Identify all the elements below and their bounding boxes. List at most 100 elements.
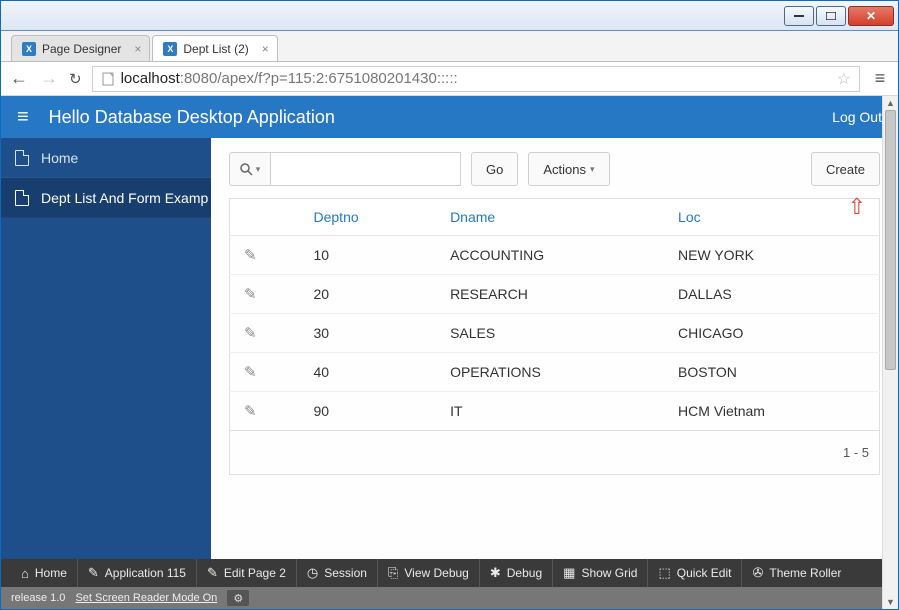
cell-deptno: 90: [300, 392, 437, 431]
vertical-scrollbar[interactable]: ▲ ▼: [882, 96, 898, 609]
search-input[interactable]: [271, 152, 461, 186]
edit-cell[interactable]: ✎: [230, 275, 300, 314]
back-button[interactable]: ←: [9, 68, 29, 89]
edit-cell[interactable]: ✎: [230, 236, 300, 275]
edit-cell[interactable]: ✎: [230, 314, 300, 353]
actions-menu-button[interactable]: Actions ▾: [528, 152, 609, 186]
gear-icon: ⚙: [233, 592, 243, 605]
status-bar: release 1.0 Set Screen Reader Mode On ⚙: [1, 587, 898, 609]
cell-deptno: 20: [300, 275, 437, 314]
window-maximize-button[interactable]: [816, 6, 846, 26]
browser-tab-bar: X Page Designer × X Dept List (2) ×: [1, 31, 898, 62]
maximize-icon: [826, 12, 836, 20]
pencil-icon: ✎: [244, 364, 257, 381]
cell-deptno: 40: [300, 353, 437, 392]
quick-edit-icon: ⬚: [658, 565, 670, 581]
pencil-icon: ✎: [244, 286, 257, 303]
tab-label: Page Designer: [42, 42, 121, 56]
edit-cell[interactable]: ✎: [230, 353, 300, 392]
page-content: ≡ Hello Database Desktop Application Log…: [1, 96, 898, 609]
col-edit: [230, 199, 300, 236]
pencil-icon: ✎: [244, 403, 257, 420]
chevron-down-icon: ▾: [256, 164, 261, 175]
dev-quick-edit[interactable]: ⬚Quick Edit: [648, 559, 742, 587]
main-region: ▾ Go Actions ▾ Create ⇧: [211, 138, 898, 559]
dev-session[interactable]: ◷Session: [297, 559, 378, 587]
sidebar: Home Dept List And Form Examp: [1, 138, 211, 559]
page-icon: [15, 190, 29, 206]
dev-edit-page[interactable]: ✎Edit Page 2: [197, 559, 297, 587]
pagination-range: 1 - 5: [229, 431, 880, 475]
col-dname[interactable]: Dname: [436, 199, 664, 236]
dev-view-debug[interactable]: ⎘View Debug: [378, 559, 480, 587]
dev-application[interactable]: ✎Application 115: [78, 559, 197, 587]
cell-loc: BOSTON: [664, 353, 879, 392]
cell-loc: NEW YORK: [664, 236, 879, 275]
sidebar-item-home[interactable]: Home: [1, 138, 211, 178]
apex-icon: X: [163, 42, 177, 56]
roller-icon: ✇: [752, 565, 763, 581]
search-column-selector[interactable]: ▾: [229, 152, 271, 186]
scroll-thumb[interactable]: [885, 110, 896, 370]
pencil-icon: ✎: [244, 325, 257, 342]
sidebar-item-dept-list[interactable]: Dept List And Form Examp: [1, 178, 211, 218]
edit-icon: ✎: [88, 565, 99, 581]
scroll-up-arrow[interactable]: ▲: [883, 96, 898, 110]
browser-window: ✕ X Page Designer × X Dept List (2) × ← …: [0, 0, 899, 610]
tab-close-icon[interactable]: ×: [134, 42, 141, 56]
clock-icon: ◷: [307, 565, 318, 581]
window-minimize-button[interactable]: [784, 6, 814, 26]
dev-show-grid[interactable]: ▦Show Grid: [553, 559, 648, 587]
hamburger-menu-button[interactable]: ≡: [17, 106, 29, 129]
browser-tab-2[interactable]: X Dept List (2) ×: [152, 35, 277, 61]
page-icon: [101, 72, 115, 86]
logout-link[interactable]: Log Out: [832, 109, 882, 125]
col-deptno[interactable]: Deptno: [300, 199, 437, 236]
minimize-icon: [794, 15, 804, 17]
screen-reader-link[interactable]: Set Screen Reader Mode On: [75, 592, 217, 604]
cell-dname: IT: [436, 392, 664, 431]
window-close-button[interactable]: ✕: [848, 6, 894, 26]
scroll-down-arrow[interactable]: ▼: [883, 595, 898, 609]
dev-debug[interactable]: ✱Debug: [480, 559, 553, 587]
page-icon: [15, 150, 29, 166]
close-icon: ✕: [866, 9, 876, 23]
table-row: ✎30SALESCHICAGO: [230, 314, 880, 353]
bookmark-star-icon[interactable]: ☆: [837, 69, 851, 89]
browser-menu-button[interactable]: ≡: [870, 68, 890, 89]
settings-button[interactable]: ⚙: [227, 590, 249, 606]
forward-button[interactable]: →: [39, 68, 59, 89]
pencil-icon: ✎: [244, 247, 257, 264]
cell-dname: RESEARCH: [436, 275, 664, 314]
release-label: release 1.0: [11, 592, 65, 604]
home-icon: ⌂: [21, 566, 29, 581]
col-loc[interactable]: Loc: [664, 199, 879, 236]
table-row: ✎ 20RESEARCHDALLAS: [230, 275, 880, 314]
go-button[interactable]: Go: [471, 152, 518, 186]
cell-loc: DALLAS: [664, 275, 879, 314]
table-row: ✎ 90ITHCM Vietnam: [230, 392, 880, 431]
table-header-row: Deptno Dname Loc: [230, 199, 880, 236]
tab-close-icon[interactable]: ×: [262, 42, 269, 56]
developer-toolbar: ⌂Home ✎Application 115 ✎Edit Page 2 ◷Ses…: [1, 559, 898, 587]
window-titlebar: ✕: [1, 1, 898, 31]
edit-cell[interactable]: ✎: [230, 392, 300, 431]
browser-tab-1[interactable]: X Page Designer ×: [11, 35, 150, 61]
cell-loc: CHICAGO: [664, 314, 879, 353]
app-header: ≡ Hello Database Desktop Application Log…: [1, 96, 898, 138]
url-path: :8080/apex/f?p=115:2:6751080201430:::::: [180, 70, 458, 87]
cell-loc: HCM Vietnam: [664, 392, 879, 431]
debug-view-icon: ⎘: [388, 565, 398, 581]
dev-home[interactable]: ⌂Home: [11, 559, 78, 587]
cell-deptno: 10: [300, 236, 437, 275]
reload-button[interactable]: ↻: [69, 70, 82, 88]
cell-dname: SALES: [436, 314, 664, 353]
browser-url-bar: ← → ↻ localhost:8080/apex/f?p=115:2:6751…: [1, 62, 898, 96]
app-title: Hello Database Desktop Application: [49, 107, 335, 128]
search-icon: [240, 163, 253, 176]
dev-theme-roller[interactable]: ✇Theme Roller: [742, 559, 851, 587]
url-input[interactable]: localhost:8080/apex/f?p=115:2:6751080201…: [92, 66, 860, 92]
chevron-down-icon: ▾: [590, 164, 595, 175]
create-button[interactable]: Create: [811, 152, 880, 186]
table-row: ✎40OPERATIONSBOSTON: [230, 353, 880, 392]
